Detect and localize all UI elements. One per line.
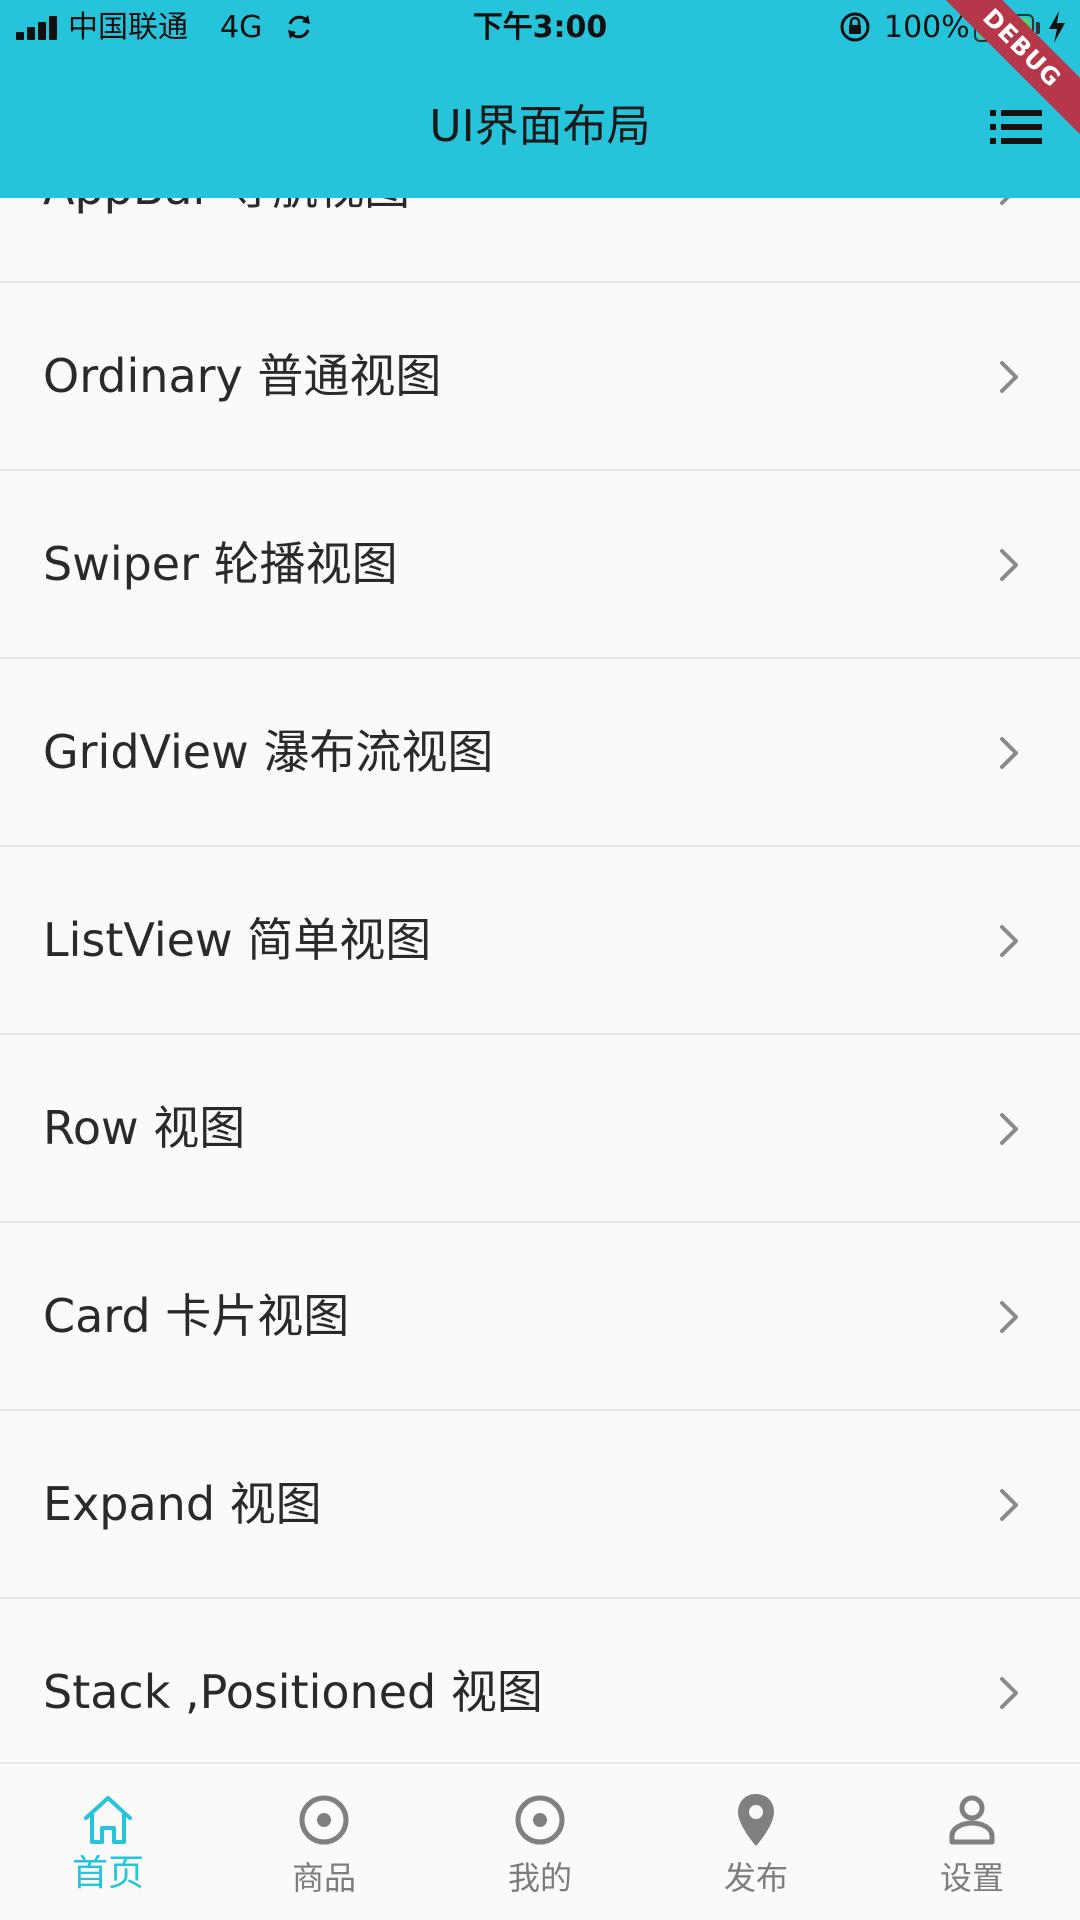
- list-item-listview[interactable]: ListView 简单视图: [0, 847, 1080, 1035]
- tab-home[interactable]: 首页: [0, 1764, 216, 1920]
- charging-bolt-icon: [1049, 11, 1065, 43]
- list-item-card[interactable]: Card 卡片视图: [0, 1223, 1080, 1411]
- list-item-label: Row 视图: [43, 1101, 246, 1155]
- tab-label: 设置: [939, 1859, 1004, 1897]
- list-item-label: Card 卡片视图: [43, 1289, 350, 1343]
- tab-label: 我的: [507, 1859, 572, 1897]
- chevron-right-icon: [1000, 1677, 1018, 1709]
- list-item-label: GridView 瀑布流视图: [43, 725, 494, 779]
- list-item-swiper[interactable]: Swiper 轮播视图: [0, 471, 1080, 659]
- list-menu-icon[interactable]: [990, 108, 1042, 146]
- battery-percentage: 100%: [884, 10, 970, 45]
- status-bar: 中国联通 4G 下午3:00 100%: [0, 0, 1080, 56]
- chevron-right-icon: [1000, 1113, 1018, 1145]
- person-icon: [949, 1795, 995, 1845]
- chevron-right-icon: [1000, 361, 1018, 393]
- radio-circle-icon: [515, 1795, 565, 1845]
- chevron-right-icon: [1000, 925, 1018, 957]
- tab-products[interactable]: 商品: [216, 1764, 432, 1920]
- view-list[interactable]: AppBar 导航视图 Ordinary 普通视图 Swiper 轮播视图 Gr…: [0, 95, 1080, 1787]
- app-header: 中国联通 4G 下午3:00 100% UI界面布局 DEBUG: [0, 0, 1080, 198]
- list-item-label: Ordinary 普通视图: [43, 349, 442, 403]
- list-item-label: Stack ,Positioned 视图: [43, 1665, 543, 1719]
- tab-publish[interactable]: 发布: [648, 1764, 864, 1920]
- list-item-ordinary[interactable]: Ordinary 普通视图: [0, 283, 1080, 471]
- bottom-navigation: 首页 商品 我的 发布 设置: [0, 1762, 1080, 1920]
- tab-label: 商品: [291, 1859, 356, 1897]
- chevron-right-icon: [1000, 1489, 1018, 1521]
- orientation-lock-icon: [840, 12, 870, 42]
- chevron-right-icon: [1000, 549, 1018, 581]
- battery-tip: [1036, 22, 1040, 34]
- tab-label: 首页: [71, 1853, 144, 1894]
- list-item-stack-positioned[interactable]: Stack ,Positioned 视图: [0, 1599, 1080, 1787]
- page-title: UI界面布局: [429, 101, 651, 152]
- tab-mine[interactable]: 我的: [432, 1764, 648, 1920]
- list-item-label: Expand 视图: [43, 1477, 322, 1531]
- list-item-row[interactable]: Row 视图: [0, 1035, 1080, 1223]
- list-item-expand[interactable]: Expand 视图: [0, 1411, 1080, 1599]
- tab-settings[interactable]: 设置: [864, 1764, 1080, 1920]
- radio-circle-icon: [299, 1795, 349, 1845]
- home-icon: [84, 1796, 132, 1844]
- tab-label: 发布: [723, 1859, 788, 1897]
- chevron-right-icon: [1000, 1301, 1018, 1333]
- list-item-label: ListView 简单视图: [43, 913, 432, 967]
- location-pin-icon: [738, 1794, 774, 1846]
- list-item-label: Swiper 轮播视图: [43, 537, 398, 591]
- chevron-right-icon: [1000, 737, 1018, 769]
- list-item-gridview[interactable]: GridView 瀑布流视图: [0, 659, 1080, 847]
